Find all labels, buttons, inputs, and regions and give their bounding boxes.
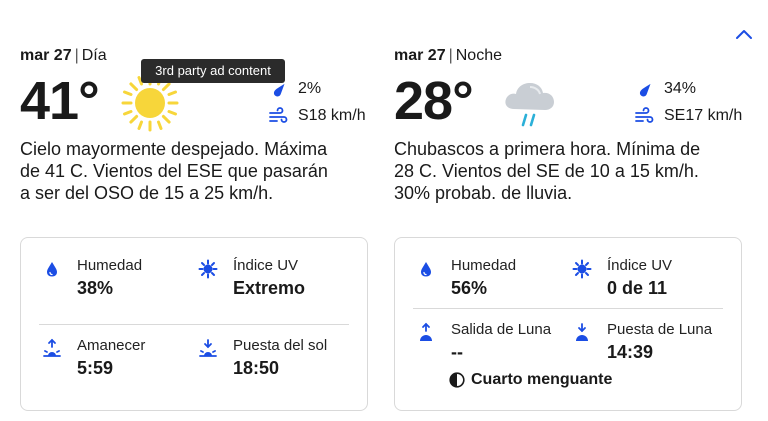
day-uv-index: Índice UV Extremo <box>197 257 305 299</box>
sunrise-icon <box>43 338 61 357</box>
day-temperature: 41° <box>20 71 100 131</box>
moonset-value: 14:39 <box>607 342 654 362</box>
day-date: mar 27 <box>20 47 72 64</box>
moonset-icon <box>576 323 588 341</box>
night-precip-value: 34% <box>664 80 697 97</box>
humidity-drop-icon <box>421 262 431 277</box>
night-description: Chubascos a primera hora. Mínima de 28 C… <box>394 139 701 203</box>
uv-value: Extremo <box>233 278 306 298</box>
uv-value: 0 de 11 <box>607 278 668 298</box>
cloud-rain-icon <box>505 83 554 127</box>
uv-sun-icon <box>198 259 218 279</box>
day-date-line: mar 27 | Día <box>20 47 107 64</box>
details-divider <box>413 308 723 309</box>
day-details-card: Humedad 38% Índice UV Extremo Amanecer 5… <box>20 237 368 411</box>
moon-phase: Cuarto menguante <box>449 371 612 389</box>
moonset-label: Puesta de Luna <box>607 321 713 338</box>
day-precip-value: 2% <box>298 80 322 97</box>
night-humidity: Humedad 56% <box>415 257 516 299</box>
night-details-card: Humedad 56% Índice UV 0 de 11 Salida de … <box>394 237 742 411</box>
humidity-value: 38% <box>77 278 114 298</box>
humidity-drop-icon <box>47 262 57 277</box>
sunset-label: Puesta del sol <box>233 337 328 354</box>
uv-sun-icon <box>572 259 592 279</box>
moon-phase-icon <box>449 372 465 388</box>
night-wind-value: SE17 km/h <box>664 107 743 124</box>
sunset-icon <box>199 339 217 357</box>
uv-label: Índice UV <box>233 257 299 274</box>
day-sunrise: Amanecer 5:59 <box>41 337 145 379</box>
moonrise-label: Salida de Luna <box>451 321 552 338</box>
night-temperature: 28° <box>394 71 474 131</box>
humidity-label: Humedad <box>451 257 517 274</box>
day-sunset: Puesta del sol 18:50 <box>197 337 327 379</box>
day-wind: S18 km/h <box>268 107 366 125</box>
night-precipitation: 34% <box>634 80 696 98</box>
humidity-label: Humedad <box>77 257 143 274</box>
day-description: Cielo mayormente despejado. Máxima de 41… <box>20 139 328 203</box>
day-humidity: Humedad 38% <box>41 257 142 299</box>
humidity-value: 56% <box>451 278 488 298</box>
details-divider <box>39 324 349 325</box>
sunrise-label: Amanecer <box>77 337 146 354</box>
day-wind-value: S18 km/h <box>298 107 366 124</box>
night-date: mar 27 <box>394 47 446 64</box>
wind-icon <box>635 107 654 123</box>
night-moonrise: Salida de Luna -- <box>415 321 551 363</box>
sunset-value: 18:50 <box>233 358 280 378</box>
wind-icon <box>269 107 288 123</box>
ad-content-tooltip: 3rd party ad content <box>141 59 285 83</box>
uv-label: Índice UV <box>607 257 673 274</box>
moon-phase-label: Cuarto menguante <box>471 371 613 388</box>
night-date-line: mar 27 | Noche <box>394 47 502 64</box>
sunrise-value: 5:59 <box>77 358 114 378</box>
moonrise-value: -- <box>451 342 463 362</box>
day-period: Día <box>81 47 107 64</box>
night-period: Noche <box>455 47 502 64</box>
night-uv-index: Índice UV 0 de 11 <box>571 257 672 299</box>
night-forecast-panel: mar 27 | Noche 28° 34% SE17 km/h Chubascos… <box>394 0 744 421</box>
night-wind: SE17 km/h <box>634 107 742 125</box>
night-moonset: Puesta de Luna 14:39 <box>571 321 712 363</box>
moonrise-icon <box>420 322 432 341</box>
raindrop-icon <box>639 83 651 97</box>
